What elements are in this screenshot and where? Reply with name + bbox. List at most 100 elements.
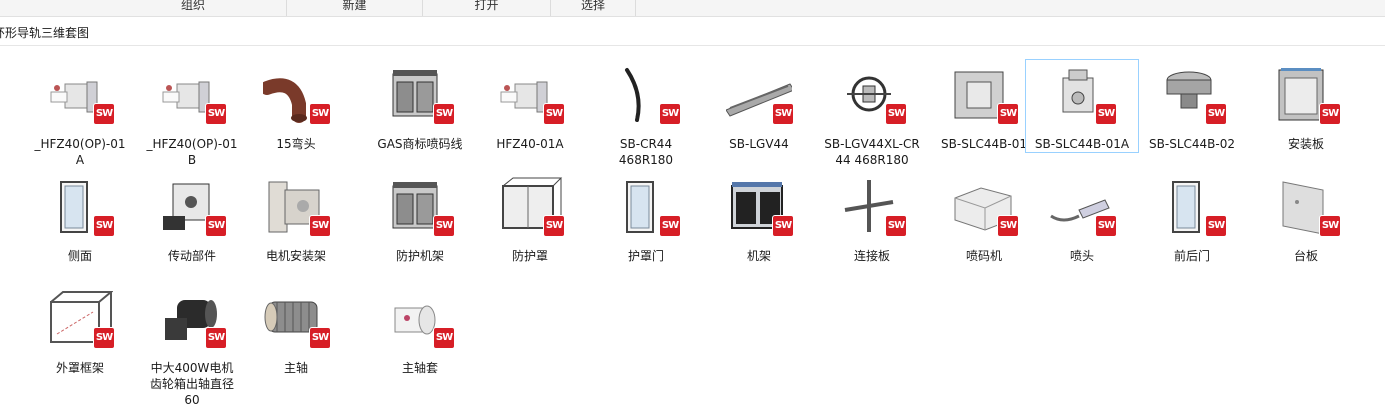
- file-name: 15弯头: [240, 136, 352, 152]
- file-item[interactable]: SW 前后门: [1136, 172, 1248, 264]
- file-item[interactable]: SW SB-LGV44XL-CR 44 468R180: [816, 60, 928, 168]
- file-item[interactable]: SW SB-SLC44B-02: [1136, 60, 1248, 152]
- file-name-line: A: [75, 153, 85, 167]
- ribbon-group-label: 组织: [180, 0, 205, 12]
- file-name-line: _HFZ40(OP)-01: [146, 137, 238, 151]
- ribbon-group-open[interactable]: 打开: [423, 0, 551, 16]
- file-item[interactable]: SW 传动部件: [136, 172, 248, 264]
- file-item[interactable]: SW 主轴套: [364, 284, 476, 376]
- file-item[interactable]: SW SB-CR44 468R180: [590, 60, 702, 168]
- file-name-line: 喷码机: [965, 249, 1002, 263]
- file-name: SB-SLC44B-01: [928, 136, 1040, 152]
- file-name-line: 侧面: [67, 249, 92, 263]
- file-thumbnail: SW: [1250, 172, 1362, 248]
- file-item[interactable]: SW 安装板: [1250, 60, 1362, 152]
- file-item[interactable]: SW 侧面: [24, 172, 136, 264]
- file-item[interactable]: SW 连接板: [816, 172, 928, 264]
- file-thumbnail: SW: [240, 284, 352, 360]
- file-name-line: 安装板: [1287, 137, 1324, 151]
- file-name-line: SB-LGV44: [729, 137, 789, 151]
- file-name-line: 机架: [746, 249, 771, 263]
- file-name-line: GAS商标喷码线: [377, 137, 463, 151]
- file-item[interactable]: SW 防护罩: [474, 172, 586, 264]
- file-item[interactable]: SW 护罩门: [590, 172, 702, 264]
- solidworks-badge-icon: SW: [660, 216, 680, 236]
- solidworks-badge-icon: SW: [1206, 216, 1226, 236]
- file-name: 电机安装架: [240, 248, 352, 264]
- file-item[interactable]: SW 喷头: [1026, 172, 1138, 264]
- file-name: _HFZ40(OP)-01 A: [24, 136, 136, 168]
- file-thumbnail: SW: [928, 172, 1040, 248]
- file-name-line: 传动部件: [167, 249, 216, 263]
- file-thumbnail: SW: [474, 172, 586, 248]
- file-name-line: SB-SLC44B-01: [941, 137, 1027, 151]
- file-item[interactable]: SW HFZ40-01A: [474, 60, 586, 152]
- file-name: 外罩框架: [24, 360, 136, 376]
- file-name: 主轴: [240, 360, 352, 376]
- file-item[interactable]: SW 中大400W电机 齿轮箱出轴直径 60: [136, 284, 248, 408]
- file-name: 喷码机: [928, 248, 1040, 264]
- solidworks-badge-icon: SW: [1096, 216, 1116, 236]
- file-name-line: SB-CR44: [619, 137, 673, 151]
- file-thumbnail: SW: [816, 172, 928, 248]
- file-name: 安装板: [1250, 136, 1362, 152]
- solidworks-badge-icon: SW: [434, 216, 454, 236]
- ribbon-group-select[interactable]: 选择: [551, 0, 636, 16]
- solidworks-badge-icon: SW: [544, 216, 564, 236]
- file-item[interactable]: SW SB-SLC44B-01A: [1025, 59, 1139, 153]
- file-item[interactable]: SW SB-LGV44: [703, 60, 815, 152]
- solidworks-badge-icon: SW: [310, 216, 330, 236]
- solidworks-badge-icon: SW: [94, 216, 114, 236]
- file-name: HFZ40-01A: [474, 136, 586, 152]
- file-item[interactable]: SW 外罩框架: [24, 284, 136, 376]
- file-name: 机架: [703, 248, 815, 264]
- file-thumbnail: SW: [474, 60, 586, 136]
- file-name-line: 喷头: [1069, 249, 1094, 263]
- file-item[interactable]: SW 15弯头: [240, 60, 352, 152]
- solidworks-badge-icon: SW: [660, 104, 680, 124]
- ribbon-group-organize[interactable]: 组织: [100, 0, 287, 16]
- solidworks-badge-icon: SW: [206, 328, 226, 348]
- file-name-line: 60: [184, 393, 200, 407]
- file-thumbnail: SW: [816, 60, 928, 136]
- file-name: SB-LGV44: [703, 136, 815, 152]
- file-item[interactable]: SW SB-SLC44B-01: [928, 60, 1040, 152]
- file-item[interactable]: SW 防护机架: [364, 172, 476, 264]
- solidworks-badge-icon: SW: [886, 216, 906, 236]
- address-bar[interactable]: 环形导轨三维套图: [0, 22, 89, 44]
- file-item[interactable]: SW 主轴: [240, 284, 352, 376]
- file-thumbnail: SW: [703, 172, 815, 248]
- file-thumbnail: SW: [703, 60, 815, 136]
- file-item[interactable]: SW GAS商标喷码线: [364, 60, 476, 152]
- file-item[interactable]: SW _HFZ40(OP)-01 A: [24, 60, 136, 168]
- file-name-line: _HFZ40(OP)-01: [34, 137, 126, 151]
- solidworks-badge-icon: SW: [206, 216, 226, 236]
- file-name-line: 连接板: [853, 249, 890, 263]
- file-thumbnail: SW: [928, 60, 1040, 136]
- solidworks-badge-icon: SW: [310, 328, 330, 348]
- solidworks-badge-icon: SW: [544, 104, 564, 124]
- divider: [0, 45, 1385, 46]
- file-item[interactable]: SW 台板: [1250, 172, 1362, 264]
- file-name: 中大400W电机 齿轮箱出轴直径 60: [136, 360, 248, 408]
- file-item[interactable]: SW 机架: [703, 172, 815, 264]
- ribbon-group-new[interactable]: 新建: [287, 0, 423, 16]
- ribbon-group-label: 打开: [474, 0, 499, 12]
- file-thumbnail: SW: [1136, 172, 1248, 248]
- file-name: 台板: [1250, 248, 1362, 264]
- solidworks-badge-icon: SW: [1096, 104, 1116, 124]
- file-thumbnail: SW: [24, 172, 136, 248]
- file-thumbnail: SW: [136, 60, 248, 136]
- solidworks-badge-icon: SW: [1320, 216, 1340, 236]
- file-thumbnail: SW: [364, 172, 476, 248]
- file-name: 侧面: [24, 248, 136, 264]
- file-item[interactable]: SW _HFZ40(OP)-01 B: [136, 60, 248, 168]
- file-item[interactable]: SW 电机安装架: [240, 172, 352, 264]
- file-name-line: SB-SLC44B-01A: [1034, 137, 1130, 151]
- file-thumbnail: SW: [240, 172, 352, 248]
- file-name-line: 电机安装架: [265, 249, 326, 263]
- solidworks-badge-icon: SW: [1320, 104, 1340, 124]
- file-name-line: 防护机架: [395, 249, 444, 263]
- file-item[interactable]: SW 喷码机: [928, 172, 1040, 264]
- file-name-line: SB-LGV44XL-CR: [824, 137, 920, 151]
